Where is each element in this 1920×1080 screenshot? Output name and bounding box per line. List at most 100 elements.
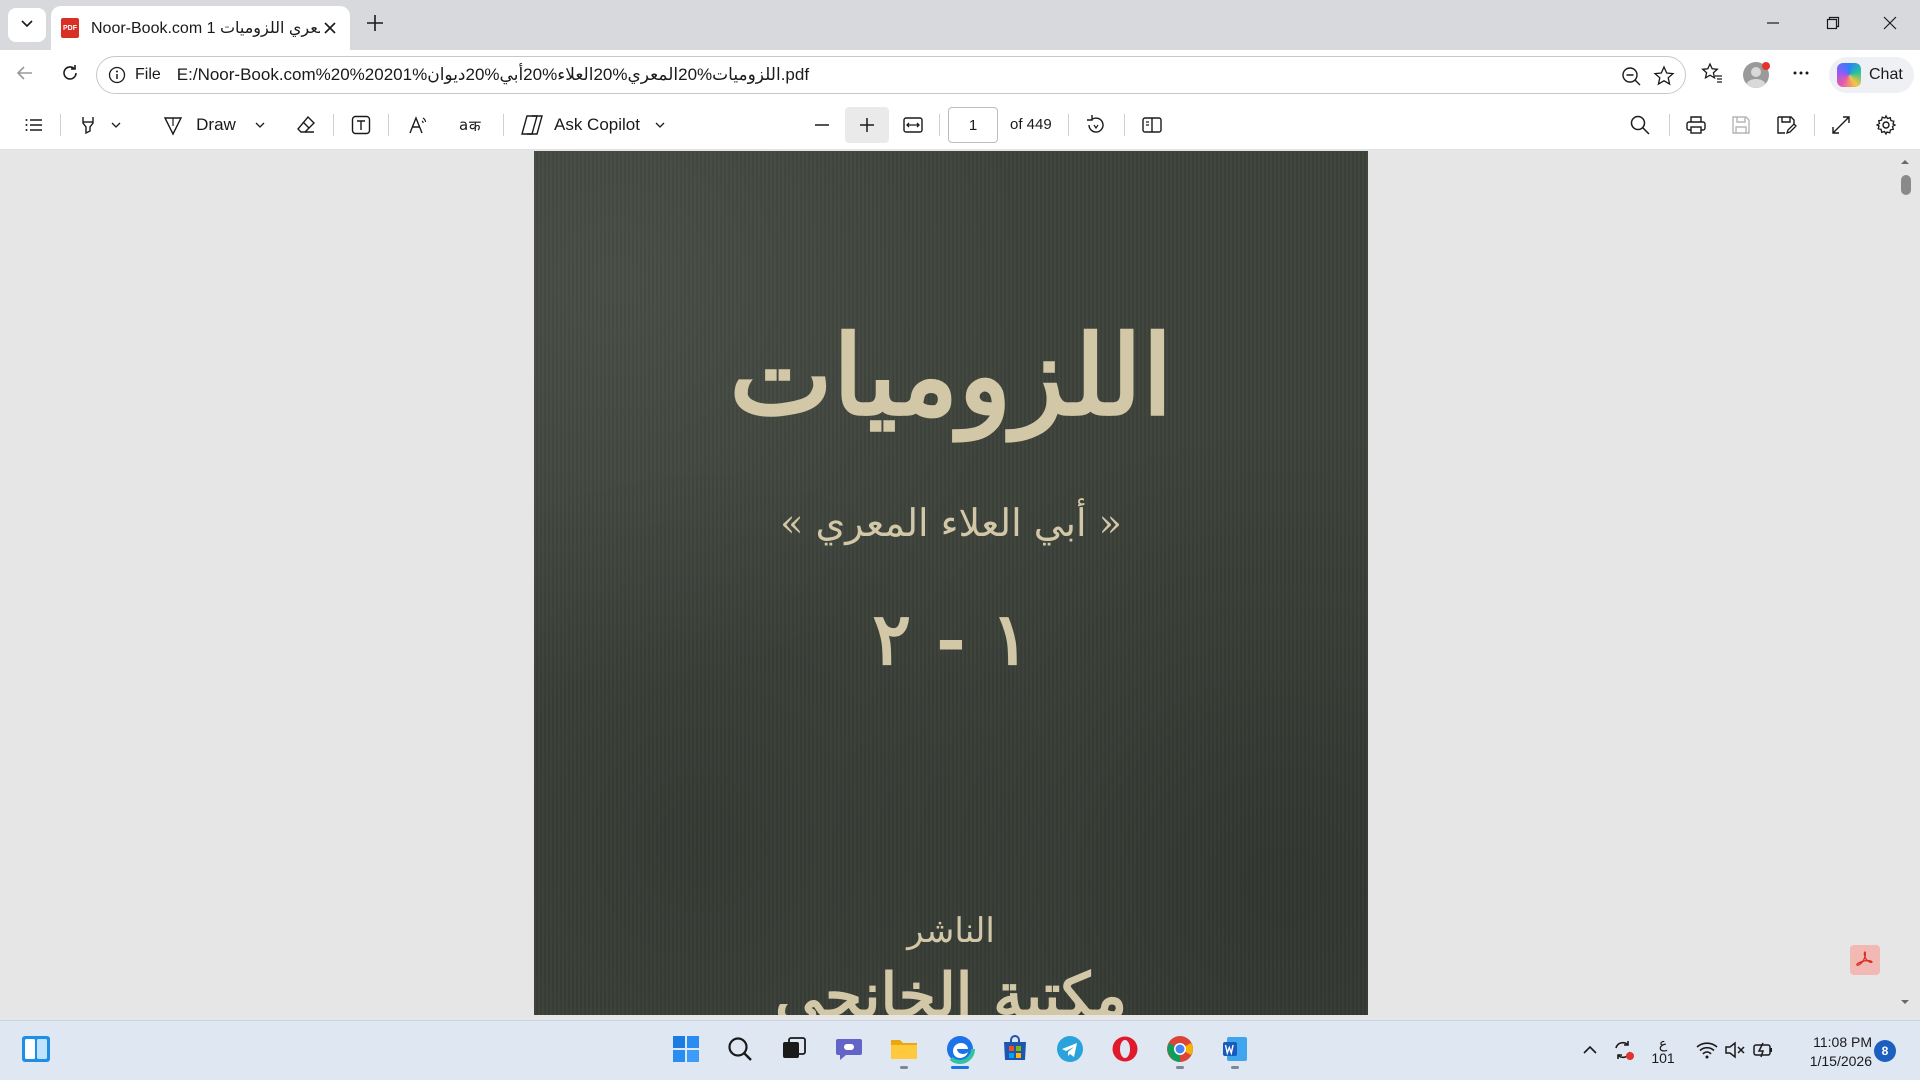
opera-button[interactable] [1105, 1031, 1145, 1071]
pdf-file-icon: PDF [61, 18, 79, 38]
more-dots-icon [1791, 63, 1811, 88]
rotate-button[interactable] [1080, 109, 1112, 141]
highlight-button[interactable] [72, 109, 128, 141]
svg-text:a: a [459, 116, 468, 134]
task-view-button[interactable] [774, 1031, 814, 1071]
sync-alert-icon [1611, 1038, 1635, 1065]
info-icon[interactable] [107, 65, 127, 85]
telegram-icon [1056, 1035, 1084, 1068]
start-button[interactable] [666, 1031, 706, 1071]
page-count-label: of 449 [1010, 116, 1052, 133]
plus-icon [365, 13, 385, 38]
page-view-button[interactable] [1136, 109, 1168, 141]
scroll-down-icon[interactable] [1898, 995, 1912, 1009]
translate-icon: aक [459, 114, 485, 136]
file-explorer-button[interactable] [884, 1031, 924, 1071]
cover-title: اللزوميات [729, 311, 1173, 440]
refresh-button[interactable] [54, 59, 86, 91]
draw-pen-icon [162, 114, 184, 136]
opera-icon [1111, 1035, 1139, 1068]
keyboard-lang-label: ع [1658, 1035, 1668, 1051]
zoom-in-button[interactable] [851, 109, 883, 141]
chrome-icon [1166, 1035, 1194, 1068]
favorites-button[interactable] [1696, 59, 1728, 91]
rotate-icon [1085, 114, 1107, 136]
arrow-left-icon [15, 63, 35, 88]
new-tab-button[interactable] [360, 10, 390, 40]
teams-chat-button[interactable] [829, 1031, 869, 1071]
clock-time: 11:08 PM [1813, 1034, 1872, 1050]
vertical-scrollbar[interactable] [1896, 151, 1920, 1015]
toolbar-divider [60, 114, 61, 136]
read-aloud-button[interactable] [400, 109, 436, 141]
copilot-icon [1837, 63, 1861, 87]
tab-list-button[interactable] [8, 8, 46, 42]
active-indicator [951, 1066, 969, 1069]
save-as-button[interactable] [1770, 109, 1802, 141]
close-window-button[interactable] [1862, 0, 1918, 50]
pdf-viewer[interactable]: اللزوميات « أبي العلاء المعري » ١ - ٢ ال… [0, 151, 1920, 1015]
save-button[interactable] [1725, 109, 1757, 141]
restore-button[interactable] [1805, 0, 1861, 50]
running-indicator [900, 1066, 908, 1069]
cover-publisher-name: مكتبة الخانجي [775, 961, 1127, 1015]
print-button[interactable] [1680, 109, 1712, 141]
show-hidden-icons-button[interactable] [1578, 1033, 1602, 1069]
taskbar-search-button[interactable] [720, 1031, 760, 1071]
scroll-up-icon[interactable] [1898, 155, 1912, 169]
add-text-button[interactable] [345, 109, 377, 141]
search-button[interactable] [1624, 109, 1656, 141]
microsoft-store-button[interactable] [995, 1031, 1035, 1071]
erase-button[interactable] [290, 109, 322, 141]
word-button[interactable] [1215, 1031, 1255, 1071]
more-options-button[interactable] [1785, 59, 1817, 91]
table-of-contents-button[interactable] [18, 109, 50, 141]
zoom-out-button[interactable] [806, 109, 838, 141]
draw-label: Draw [196, 115, 236, 134]
printer-icon [1685, 114, 1707, 136]
back-button[interactable] [9, 59, 41, 91]
copilot-chat-button[interactable]: Chat [1829, 57, 1914, 93]
profile-button[interactable] [1740, 59, 1772, 91]
system-clock[interactable]: 11:08 PM 1/15/2026 [1796, 1033, 1872, 1071]
minus-icon [813, 116, 831, 134]
favorite-star-icon[interactable] [1652, 64, 1676, 88]
gear-icon [1875, 114, 1897, 136]
scrollbar-thumb[interactable] [1901, 175, 1911, 195]
address-bar[interactable]: File E:/Noor-Book.com%20%20201%اللزوميات… [96, 56, 1686, 94]
minimize-button[interactable] [1745, 0, 1801, 50]
translate-button[interactable]: aक [454, 109, 490, 141]
battery-charging-icon [1752, 1041, 1774, 1062]
url-text[interactable]: E:/Noor-Book.com%20%20201%اللزوميات%20ال… [177, 65, 809, 85]
zoom-out-icon[interactable] [1619, 64, 1643, 88]
store-bag-icon [1001, 1034, 1029, 1068]
browser-tab-active[interactable]: PDF Noor-Book.com المعري اللزوميات 1 [51, 6, 350, 50]
chat-label: Chat [1869, 66, 1903, 83]
save-as-icon [1775, 114, 1797, 136]
sync-status-button[interactable] [1608, 1033, 1638, 1069]
close-icon [1883, 16, 1897, 35]
quick-settings-button[interactable] [1695, 1033, 1775, 1069]
page-number-input[interactable]: 1 [948, 107, 998, 143]
highlighter-icon [78, 114, 100, 136]
chrome-button[interactable] [1160, 1031, 1200, 1071]
widgets-button[interactable] [16, 1031, 56, 1071]
tab-close-icon[interactable] [320, 18, 340, 38]
toolbar-divider [503, 114, 504, 136]
edge-browser-button[interactable] [940, 1031, 980, 1071]
notification-badge[interactable]: 8 [1874, 1040, 1896, 1062]
keyboard-language-button[interactable]: ع 101 [1648, 1033, 1678, 1069]
draw-button[interactable]: Draw [158, 109, 270, 141]
chevron-down-icon [654, 119, 666, 131]
wifi-icon [1696, 1041, 1718, 1062]
fullscreen-button[interactable] [1825, 109, 1857, 141]
fit-width-button[interactable] [897, 109, 929, 141]
expand-icon [1830, 114, 1852, 136]
acrobat-icon[interactable] [1850, 945, 1880, 975]
telegram-button[interactable] [1050, 1031, 1090, 1071]
fit-width-icon [902, 114, 924, 136]
toolbar-divider [1068, 114, 1069, 136]
ask-copilot-button[interactable]: Ask Copilot [518, 109, 668, 141]
settings-button[interactable] [1870, 109, 1902, 141]
chevron-down-icon [19, 15, 35, 36]
